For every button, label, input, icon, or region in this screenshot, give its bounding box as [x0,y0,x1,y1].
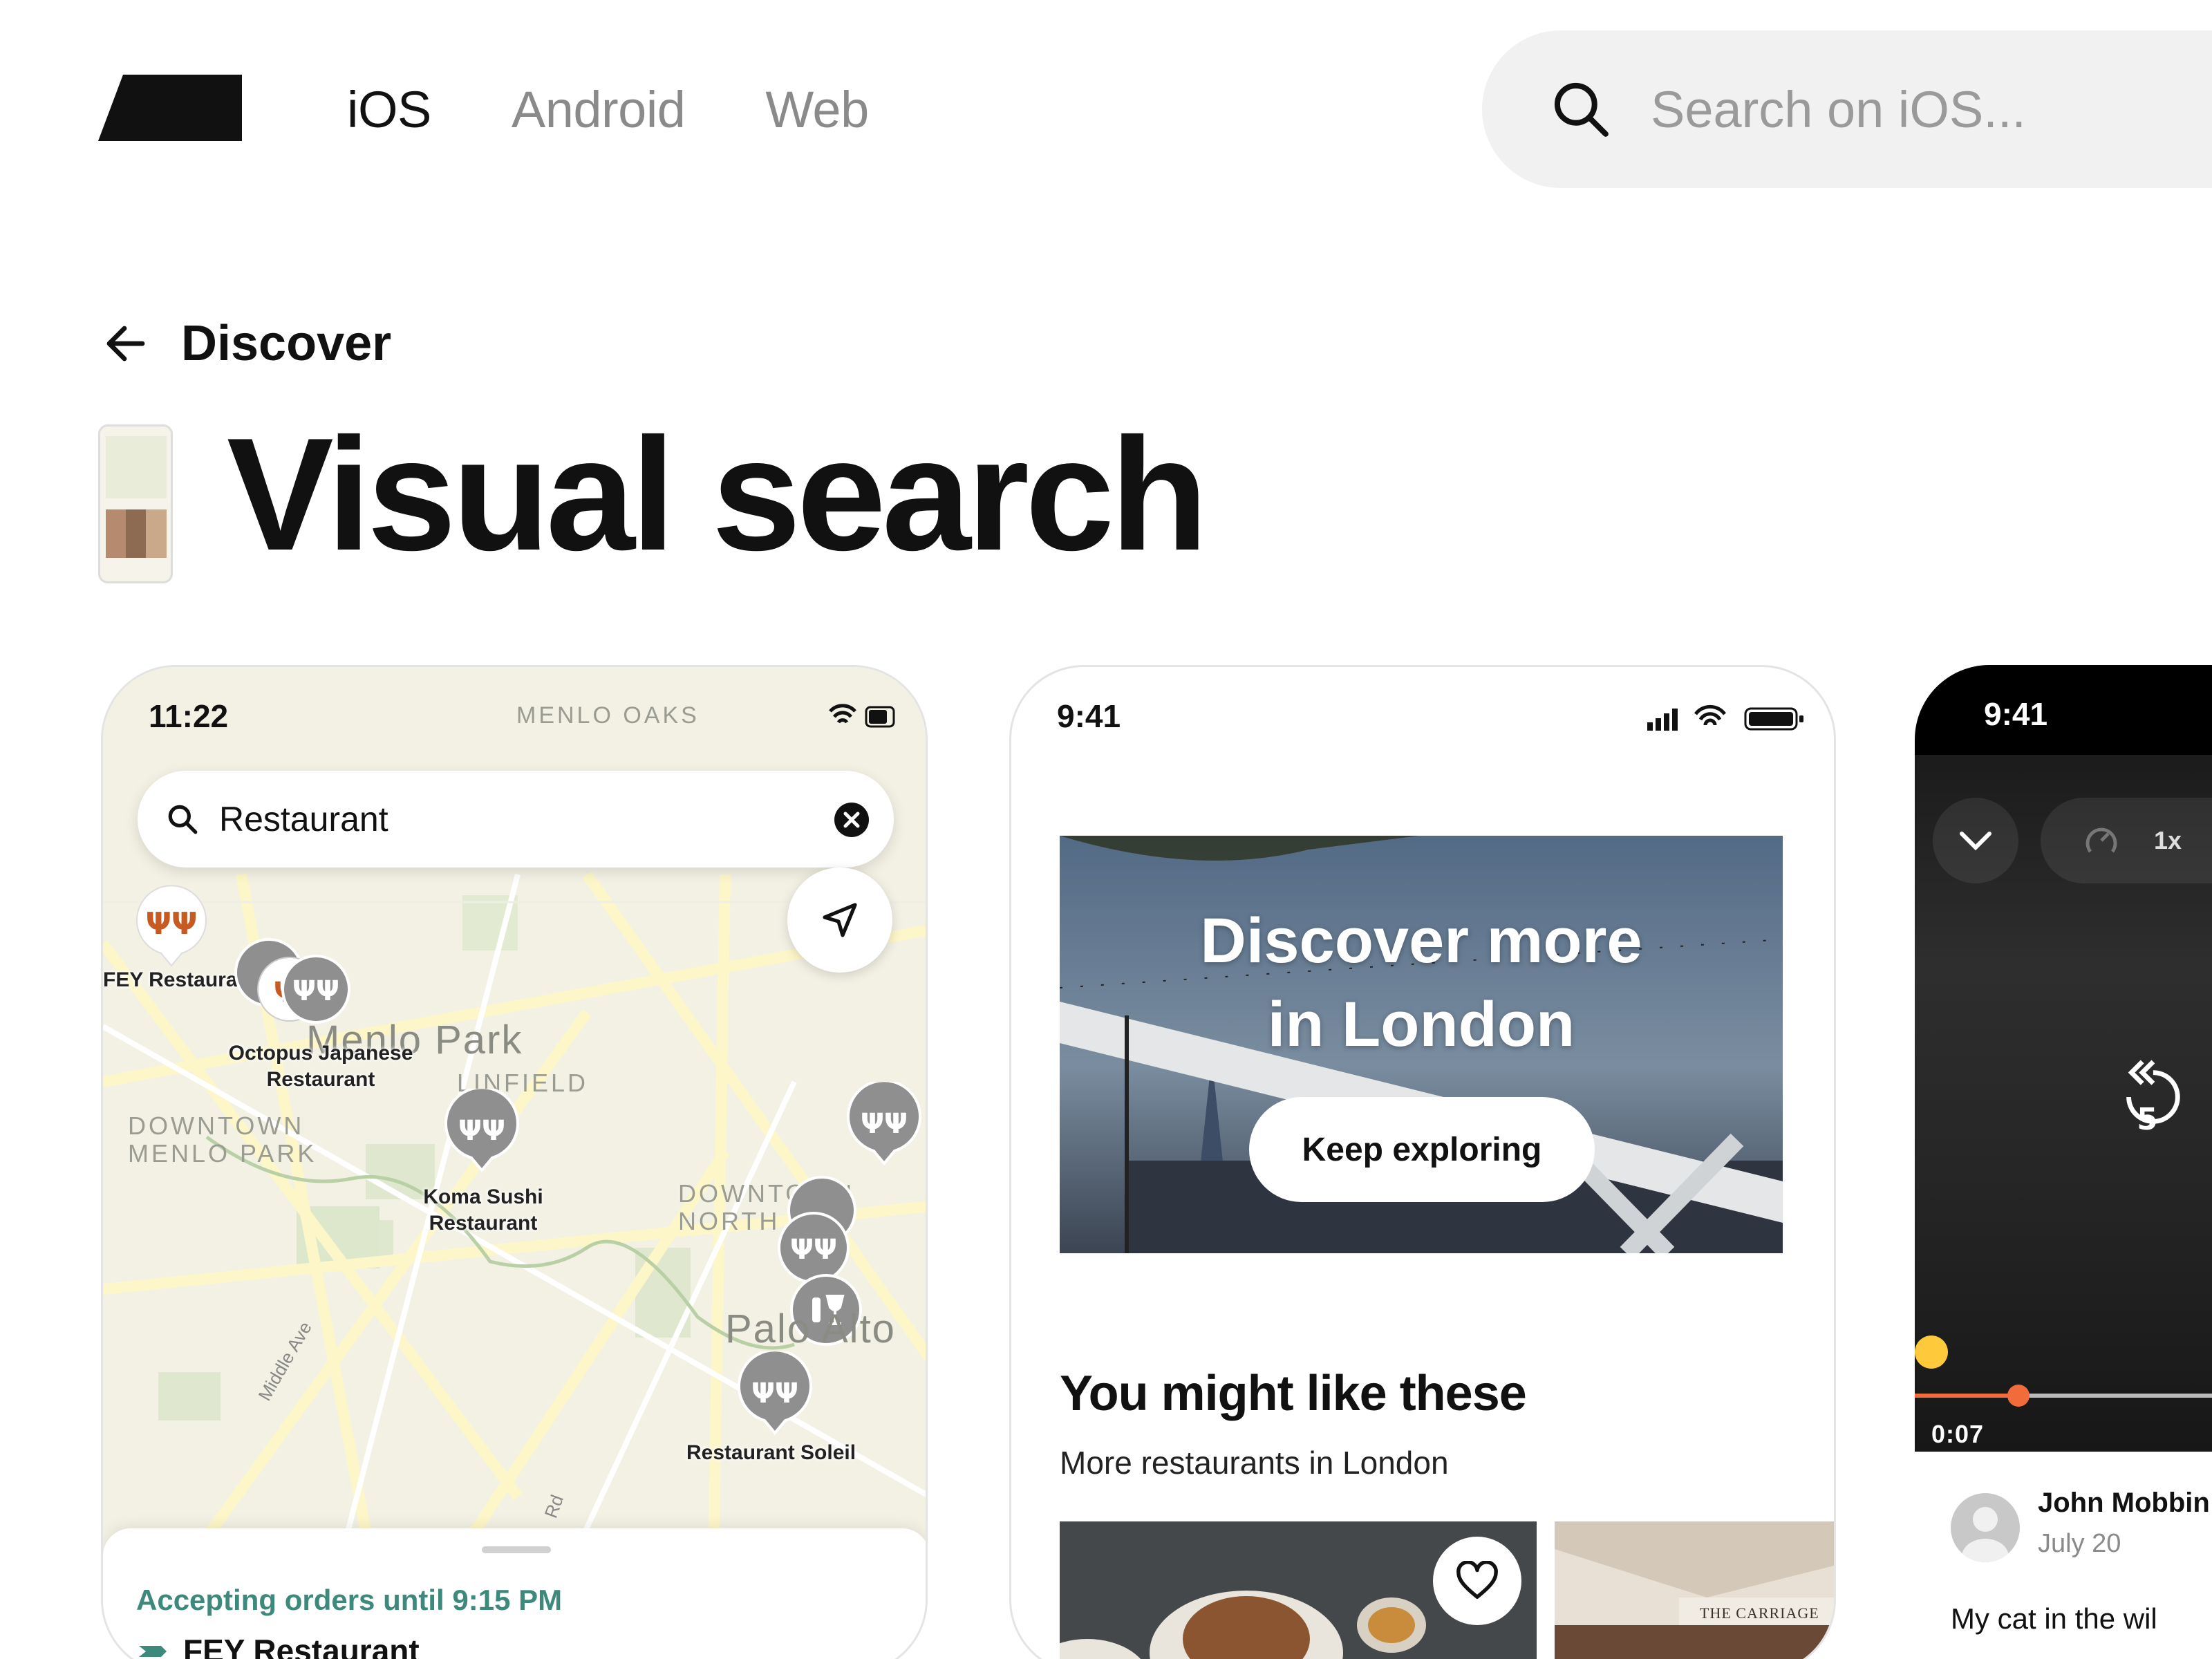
chevron-down-icon [1960,832,1991,851]
speed-label[interactable]: 1x [2154,826,2182,855]
map-area-label: DOWNTOWN MENLO PARK [128,1112,317,1168]
search-icon [168,805,198,834]
restaurant-name-text: FEY Restaurant [183,1633,420,1659]
restaurant-pin-selected[interactable]: ΨΨ [133,884,209,970]
pin-label: Octopus Japanese Restaurant [228,1042,413,1091]
map-search-value: Restaurant [219,800,388,838]
page-thumbnail [98,424,173,583]
user-avatar-icon [1962,1507,2009,1562]
keep-exploring-button[interactable]: Keep exploring [1249,1097,1595,1202]
svg-text:ΨΨ: ΨΨ [751,1378,798,1409]
clear-icon[interactable] [833,801,870,838]
page-title: Visual search [227,405,1208,584]
screen-card-video[interactable]: 9:41 1x 5 0:07 John Mobbin July 20 My ca… [1915,665,2212,1659]
order-status: Accepting orders until 9:15 PM [136,1584,563,1616]
avatar[interactable] [1951,1493,2020,1562]
restaurant-thumbnail[interactable]: THE CARRIAGE [1555,1521,1834,1659]
comment-date: July 20 [2038,1529,2121,1558]
sign-text: THE CARRIAGE [1700,1604,1819,1622]
svg-text:ΨΨ: ΨΨ [790,1234,837,1266]
restaurant-thumbnail[interactable] [1060,1521,1537,1659]
status-icons [829,704,895,728]
map-town-label: Palo Alto [725,1306,896,1351]
restaurant-pin[interactable]: ΨΨ [733,1351,816,1437]
svg-text:ΨΨ: ΨΨ [458,1115,505,1147]
nav-tab-android[interactable]: Android [512,80,686,139]
svg-text:ΨΨ: ΨΨ [146,906,198,941]
restaurant-name: FEY Restaurant [136,1632,420,1659]
comment-item: John Mobbin July 20 My cat in the wil [1915,1452,2212,1659]
navigation-arrow-icon [823,903,857,937]
svg-text:ΨΨ: ΨΨ [292,975,339,1007]
progress-fill [1915,1394,2018,1398]
breadcrumb-label: Discover [181,316,392,371]
sheet-handle[interactable] [482,1546,551,1553]
svg-text:ΨΨ: ΨΨ [861,1108,908,1140]
status-icons [1647,704,1803,731]
progress-knob[interactable] [2007,1385,2030,1407]
status-bar-time: 11:22 [149,698,229,734]
locate-me-button[interactable] [787,868,892,973]
nav-tab-ios[interactable]: iOS [347,80,431,139]
mobbin-logo-icon[interactable] [98,75,242,141]
restaurant-pin-cluster[interactable]: Ψ ΨΨ [227,932,379,1029]
screen-card-discover[interactable]: 9:41 Discover more in London Keep explor… [1009,665,1836,1659]
map-search-field[interactable]: Restaurant [138,771,894,868]
progress-bar[interactable] [1915,1385,2212,1407]
interior-image [1555,1521,1834,1659]
search-input[interactable] [1651,79,2204,139]
search-bar[interactable] [1482,30,2212,188]
bottom-sheet[interactable]: Accepting orders until 9:15 PM FEY Resta… [103,1528,926,1659]
search-icon [1554,82,1609,137]
status-bar-time: 9:41 [1984,696,2048,732]
reaction-emoji [1915,1335,1948,1369]
section-title: You might like these [1060,1366,1527,1421]
restaurant-pin[interactable]: ΨΨ [440,1089,523,1174]
heart-icon [1456,1561,1498,1599]
map-area-label: MENLO OAKS [516,702,700,729]
rewind-icon[interactable]: 5 [2112,1059,2188,1135]
hero-title-line: in London [1267,989,1575,1060]
breadcrumb-back[interactable]: Discover [104,315,391,372]
arrow-left-icon [106,326,145,362]
current-time: 0:07 [1931,1420,1985,1448]
rewind-seconds: 5 [2137,1103,2157,1135]
delivery-icon [139,1646,167,1657]
pin-label: Restaurant Soleil [686,1441,856,1464]
comment-author[interactable]: John Mobbin [2038,1488,2210,1519]
screen-card-map[interactable]: 11:22 MENLO OAKS Restaurant ΨΨ FEY Resta… [101,665,928,1659]
hero-title-line: Discover more [1200,906,1642,976]
collapse-button[interactable] [1933,798,2018,883]
nav-tab-web[interactable]: Web [765,80,869,139]
pin-label: Koma Sushi Restaurant [423,1185,543,1235]
speed-icon [2086,827,2117,853]
playback-controls[interactable]: 1x [2041,798,2212,883]
section-subtitle: More restaurants in London [1060,1445,1449,1481]
hero-title: Discover more in London [1060,899,1783,1067]
comment-text: My cat in the wil [1951,1602,2157,1635]
restaurant-pin[interactable]: ΨΨ [843,1082,926,1168]
platform-nav: iOS Android Web [347,75,869,144]
favorite-button[interactable] [1433,1537,1521,1625]
status-bar-time: 9:41 [1057,698,1121,734]
hero-banner[interactable]: Discover more in London Keep exploring [1060,836,1783,1253]
video-player[interactable]: 1x 5 0:07 [1915,755,2212,1452]
